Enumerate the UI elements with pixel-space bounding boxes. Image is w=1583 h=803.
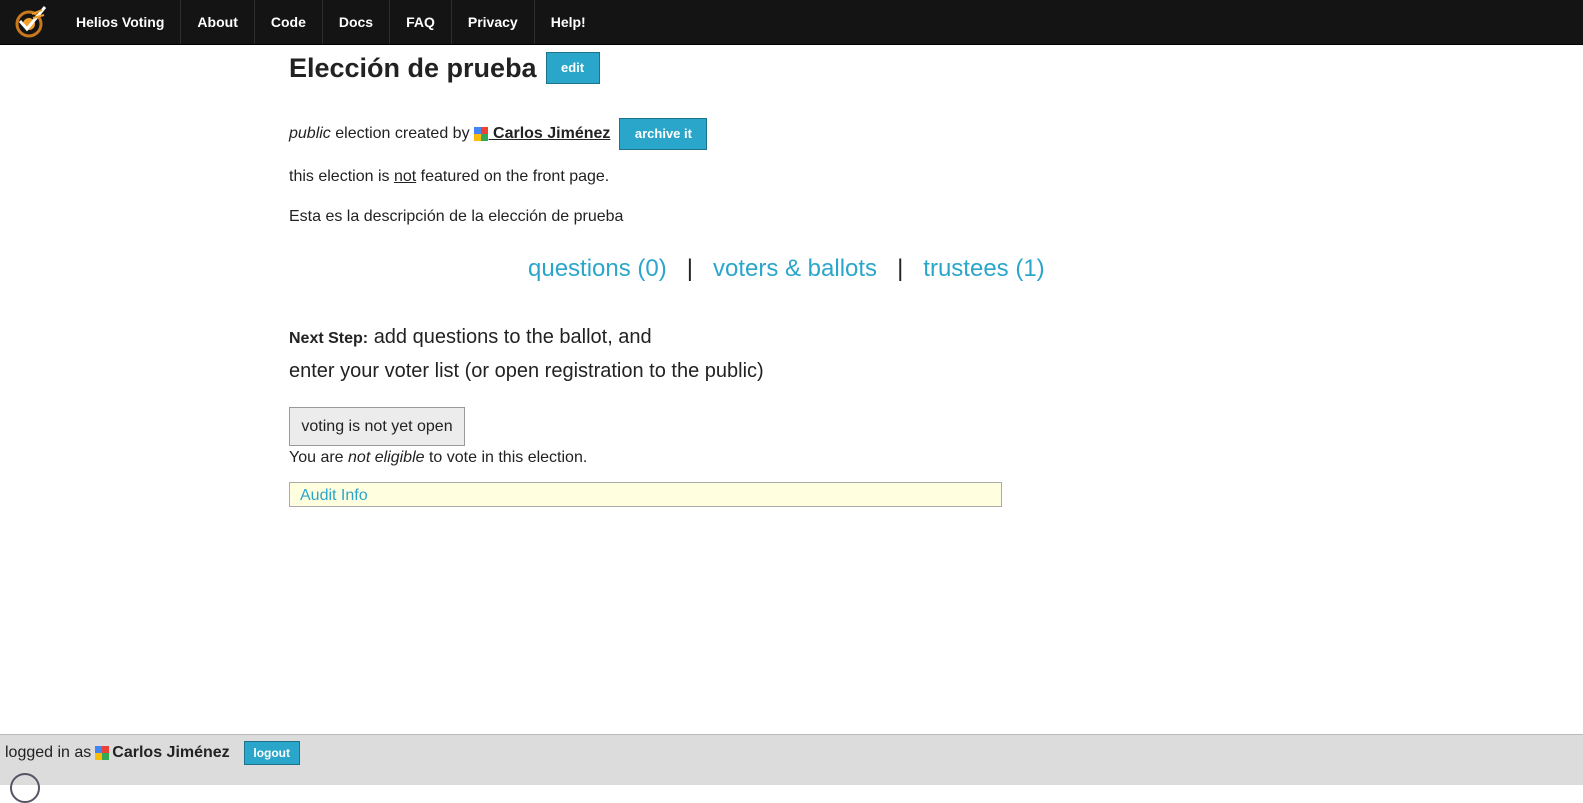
featured-prefix: this election is — [289, 168, 390, 185]
eligible-suffix: to vote in this election. — [428, 449, 588, 466]
main-nav: Helios Voting About Code Docs FAQ Privac… — [60, 0, 602, 44]
voting-status-button[interactable]: voting is not yet open — [289, 407, 465, 446]
title-row: Elección de prueba edit — [289, 52, 600, 84]
featured-suffix: featured on the front page. — [420, 168, 610, 185]
nav-helios-voting[interactable]: Helios Voting — [60, 0, 182, 44]
footer-bar: logged in as Carlos Jiménez logout — [0, 734, 1583, 803]
edit-button[interactable]: edit — [545, 52, 600, 84]
eligibility-text: You are not eligible to vote in this ele… — [289, 449, 587, 467]
created-by-text: election created by — [335, 125, 470, 142]
featured-status: this election is not featured on the fro… — [289, 168, 609, 186]
nav-about[interactable]: About — [181, 0, 255, 44]
logged-in-text: logged in as — [5, 744, 92, 761]
tab-separator: | — [686, 255, 693, 282]
election-description: Esta es la descripción de la elección de… — [289, 208, 624, 225]
logout-button[interactable]: logout — [243, 741, 300, 765]
audit-info-link[interactable]: Audit Info — [300, 487, 368, 504]
creator-row: public election created by Carlos Jiméne… — [289, 118, 708, 150]
tab-separator: | — [897, 255, 904, 282]
logged-in-user: Carlos Jiménez — [112, 744, 230, 761]
nav-faq[interactable]: FAQ — [390, 0, 452, 44]
featured-not: not — [393, 168, 417, 185]
google-icon — [95, 746, 110, 760]
next-step: Next Step: add questions to the ballot, … — [289, 321, 764, 388]
election-title: Elección de prueba — [289, 52, 537, 83]
footer-badge-icon — [10, 773, 40, 803]
nav-docs[interactable]: Docs — [323, 0, 391, 44]
next-step-label: Next Step: — [289, 330, 369, 347]
next-step-line2: enter your voter list (or open registrat… — [289, 360, 764, 382]
eligible-emphasis: not eligible — [348, 449, 425, 466]
top-navigation-bar: Helios Voting About Code Docs FAQ Privac… — [0, 0, 1583, 45]
tab-voters-ballots[interactable]: voters & ballots — [713, 255, 877, 282]
nav-privacy[interactable]: Privacy — [452, 0, 535, 44]
tab-questions[interactable]: questions (0) — [528, 255, 667, 282]
next-step-line1: add questions to the ballot, and — [373, 326, 652, 348]
archive-button[interactable]: archive it — [619, 118, 708, 150]
audit-info-panel: Audit Info — [289, 482, 1002, 507]
eligible-prefix: You are — [289, 449, 344, 466]
visibility-label: public — [289, 125, 331, 142]
election-tabs: questions (0) | voters & ballots | trustees … — [528, 255, 1045, 283]
nav-code[interactable]: Code — [255, 0, 323, 44]
logged-in-row: logged in as Carlos Jiménez logout — [5, 741, 300, 765]
helios-logo-icon[interactable] — [12, 4, 48, 40]
nav-help[interactable]: Help! — [535, 0, 602, 44]
creator-name: Carlos Jiménez — [493, 125, 611, 142]
creator-link[interactable]: Carlos Jiménez — [489, 125, 611, 143]
tab-trustees[interactable]: trustees (1) — [923, 255, 1044, 282]
google-icon — [473, 127, 488, 141]
